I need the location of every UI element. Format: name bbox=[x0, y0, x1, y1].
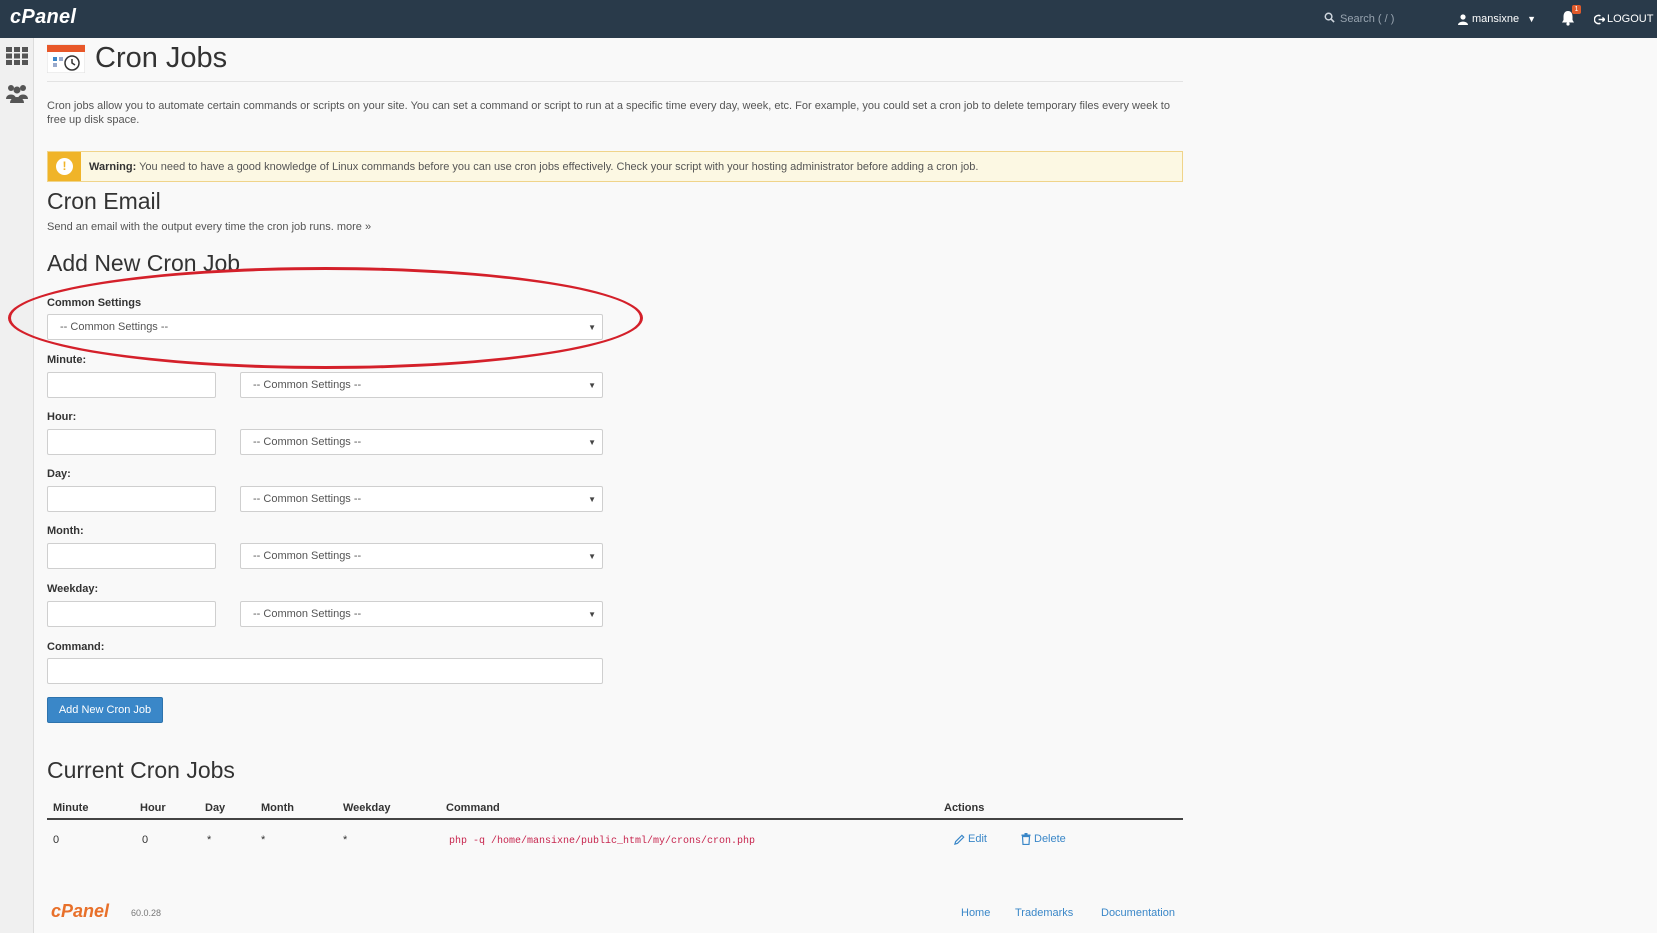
month-select[interactable]: -- Common Settings -- ▼ bbox=[240, 543, 603, 569]
column-hour: Hour bbox=[140, 802, 166, 814]
edit-button[interactable]: Edit bbox=[954, 833, 987, 845]
column-command: Command bbox=[446, 802, 500, 814]
common-settings-select[interactable]: -- Common Settings -- ▼ bbox=[47, 314, 603, 340]
chevron-down-icon: ▼ bbox=[588, 323, 596, 332]
hour-input[interactable] bbox=[47, 429, 216, 455]
weekday-select-value: -- Common Settings -- bbox=[253, 608, 362, 620]
cell-minute: 0 bbox=[53, 834, 60, 846]
month-select-value: -- Common Settings -- bbox=[253, 550, 362, 562]
footer-link-home[interactable]: Home bbox=[961, 907, 990, 919]
weekday-input[interactable] bbox=[47, 601, 216, 627]
cell-weekday: * bbox=[343, 834, 348, 846]
column-weekday: Weekday bbox=[343, 802, 391, 814]
footer-link-documentation[interactable]: Documentation bbox=[1101, 907, 1175, 919]
weekday-label: Weekday: bbox=[47, 583, 99, 595]
search-input[interactable] bbox=[1340, 13, 1440, 25]
cell-hour: 0 bbox=[142, 834, 149, 846]
cron-email-heading: Cron Email bbox=[47, 188, 161, 214]
page-title: Cron Jobs bbox=[95, 41, 228, 74]
add-cron-heading: Add New Cron Job bbox=[47, 250, 241, 276]
current-cron-jobs-heading: Current Cron Jobs bbox=[47, 757, 235, 783]
users-icon bbox=[6, 85, 28, 103]
add-new-cron-job-button[interactable]: Add New Cron Job bbox=[47, 697, 163, 723]
month-label: Month: bbox=[47, 525, 84, 537]
user-menu[interactable]: mansixne ▼ bbox=[1458, 0, 1536, 38]
common-settings-select-value: -- Common Settings -- bbox=[60, 321, 169, 333]
table-row: 0 0 * * * php -q /home/mansixne/public_h… bbox=[47, 820, 1183, 860]
cron-email-more-link[interactable]: more » bbox=[337, 221, 371, 233]
warning-alert: ! Warning: You need to have a good knowl… bbox=[47, 151, 1183, 182]
cron-calendar-icon bbox=[47, 44, 85, 73]
column-actions: Actions bbox=[944, 802, 985, 814]
chevron-down-icon: ▼ bbox=[588, 381, 596, 390]
hour-select-value: -- Common Settings -- bbox=[253, 436, 362, 448]
notification-badge: 1 bbox=[1572, 5, 1581, 14]
trash-icon bbox=[1021, 833, 1031, 845]
grid-icon bbox=[6, 47, 28, 65]
delete-button[interactable]: Delete bbox=[1021, 833, 1066, 845]
hour-select[interactable]: -- Common Settings -- ▼ bbox=[240, 429, 603, 455]
chevron-down-icon: ▼ bbox=[588, 495, 596, 504]
top-navbar: cPanel mansixne ▼ 1 LOGOUT bbox=[0, 0, 1657, 38]
top-search[interactable] bbox=[1318, 0, 1450, 38]
day-label: Day: bbox=[47, 468, 71, 480]
delete-label: Delete bbox=[1034, 833, 1066, 845]
chevron-down-icon: ▼ bbox=[588, 552, 596, 561]
minute-label: Minute: bbox=[47, 354, 87, 366]
cell-command: php -q /home/mansixne/public_html/my/cro… bbox=[449, 836, 756, 847]
cell-month: * bbox=[261, 834, 266, 846]
chevron-down-icon: ▼ bbox=[588, 610, 596, 619]
cron-jobs-table: Minute Hour Day Month Weekday Command Ac… bbox=[47, 796, 1183, 860]
page-header: Cron Jobs bbox=[47, 38, 227, 78]
warning-text: Warning: You need to have a good knowled… bbox=[89, 160, 979, 173]
left-sidebar bbox=[0, 38, 34, 933]
hour-label: Hour: bbox=[47, 411, 77, 423]
page-description: Cron jobs allow you to automate certain … bbox=[47, 100, 1170, 126]
weekday-select[interactable]: -- Common Settings -- ▼ bbox=[240, 601, 603, 627]
command-label: Command: bbox=[47, 641, 105, 653]
day-input[interactable] bbox=[47, 486, 216, 512]
chevron-down-icon: ▼ bbox=[588, 438, 596, 447]
user-icon bbox=[1458, 13, 1468, 25]
column-minute: Minute bbox=[53, 802, 89, 814]
notifications-button[interactable]: 1 bbox=[1558, 5, 1581, 28]
column-day: Day bbox=[205, 802, 226, 814]
footer-link-trademarks[interactable]: Trademarks bbox=[1015, 907, 1073, 919]
users-button[interactable] bbox=[4, 80, 30, 106]
logout-label: LOGOUT bbox=[1607, 13, 1654, 25]
edit-label: Edit bbox=[968, 833, 987, 845]
day-select[interactable]: -- Common Settings -- ▼ bbox=[240, 486, 603, 512]
cron-email-subtext: Send an email with the output every time… bbox=[47, 221, 372, 233]
table-header: Minute Hour Day Month Weekday Command Ac… bbox=[47, 796, 1183, 820]
logout-button[interactable]: LOGOUT bbox=[1594, 0, 1653, 38]
title-divider bbox=[47, 81, 1183, 82]
pencil-icon bbox=[954, 833, 965, 845]
minute-select[interactable]: -- Common Settings -- ▼ bbox=[240, 372, 603, 398]
apps-grid-button[interactable] bbox=[4, 43, 30, 69]
footer-cpanel-logo[interactable]: cPanel bbox=[51, 901, 109, 922]
warning-icon: ! bbox=[48, 152, 81, 181]
command-input[interactable] bbox=[47, 658, 603, 684]
common-settings-label: Common Settings bbox=[47, 297, 142, 309]
month-input[interactable] bbox=[47, 543, 216, 569]
minute-select-value: -- Common Settings -- bbox=[253, 379, 362, 391]
minute-input[interactable] bbox=[47, 372, 216, 398]
logout-icon bbox=[1594, 14, 1605, 24]
day-select-value: -- Common Settings -- bbox=[253, 493, 362, 505]
cell-day: * bbox=[207, 834, 212, 846]
username-label: mansixne bbox=[1472, 13, 1520, 25]
cpanel-logo[interactable]: cPanel bbox=[10, 6, 76, 29]
footer-version: 60.0.28 bbox=[131, 908, 162, 918]
chevron-down-icon: ▼ bbox=[1527, 14, 1536, 24]
column-month: Month bbox=[261, 802, 294, 814]
search-icon bbox=[1318, 12, 1340, 26]
